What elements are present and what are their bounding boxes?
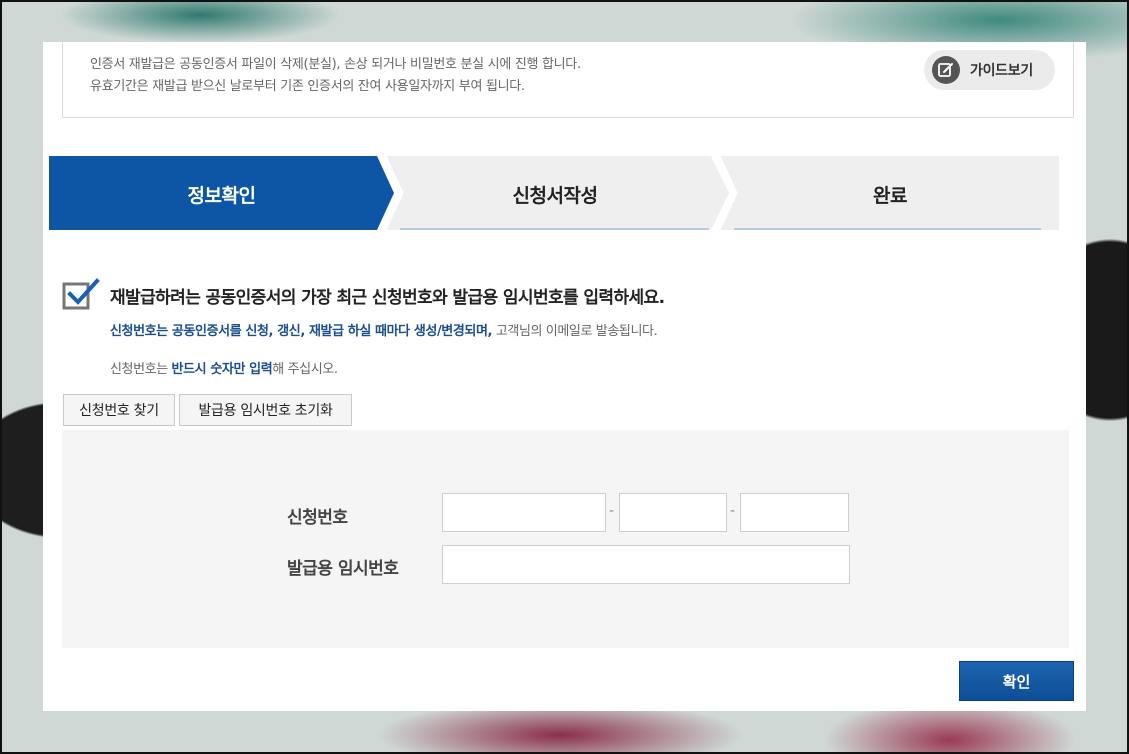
reset-temp-number-button[interactable]: 발급용 임시번호 초기화: [179, 394, 352, 426]
instruction-note-1: 신청번호는 공동인증서를 신청, 갱신, 재발급 하실 때마다 생성/변경되며,…: [110, 320, 658, 339]
separator-1: -: [609, 503, 615, 519]
note-1-rest: 고객님의 이메일로 발송됩니다.: [492, 324, 658, 339]
input-form: 신청번호 - - 발급용 임시번호: [62, 430, 1069, 648]
note-2-highlight: 반드시 숫자만 입력: [171, 362, 273, 377]
step-2-label: 신청서작성: [512, 185, 598, 207]
instruction-title: 재발급하려는 공동인증서의 가장 최근 신청번호와 발급용 임시번호를 입력하세…: [110, 288, 665, 308]
confirm-button[interactable]: 확인: [959, 661, 1074, 701]
app-number-field-1[interactable]: [442, 493, 606, 532]
step-3-label: 완료: [873, 185, 907, 207]
temp-number-label: 발급용 임시번호: [287, 559, 399, 579]
find-app-number-button[interactable]: 신청번호 찾기: [63, 394, 175, 426]
app-number-field-2[interactable]: [619, 493, 727, 532]
temp-number-field[interactable]: [442, 545, 850, 584]
info-text-1: 인증서 재발급은 공동인증서 파일이 삭제(분실), 손상 되거나 비밀번호 분…: [90, 57, 581, 72]
info-box: 인증서 재발급은 공동인증서 파일이 삭제(분실), 손상 되거나 비밀번호 분…: [62, 42, 1074, 118]
instruction-note-2: 신청번호는 반드시 숫자만 입력해 주십시오.: [110, 358, 338, 377]
edit-note-icon: [932, 56, 960, 84]
note-2-post: 해 주십시오.: [272, 362, 338, 377]
step-indicator: 정보확인 신청서작성 완료: [49, 156, 1059, 230]
step-1-label: 정보확인: [187, 185, 256, 207]
guide-button[interactable]: 가이드보기: [924, 50, 1055, 90]
guide-button-label: 가이드보기: [970, 63, 1033, 79]
separator-2: -: [730, 503, 736, 519]
app-number-field-3[interactable]: [740, 493, 849, 532]
checkbox-icon: [62, 278, 100, 310]
main-panel: 인증서 재발급은 공동인증서 파일이 삭제(분실), 손상 되거나 비밀번호 분…: [43, 42, 1086, 711]
note-1-highlight: 신청번호는 공동인증서를 신청, 갱신, 재발급 하실 때마다 생성/변경되며,: [110, 324, 493, 339]
note-2-pre: 신청번호는: [110, 362, 172, 377]
info-text-2: 유효기간은 재발급 받으신 날로부터 기존 인증서의 잔여 사용일자까지 부여 …: [90, 79, 525, 94]
app-number-label: 신청번호: [287, 508, 348, 528]
